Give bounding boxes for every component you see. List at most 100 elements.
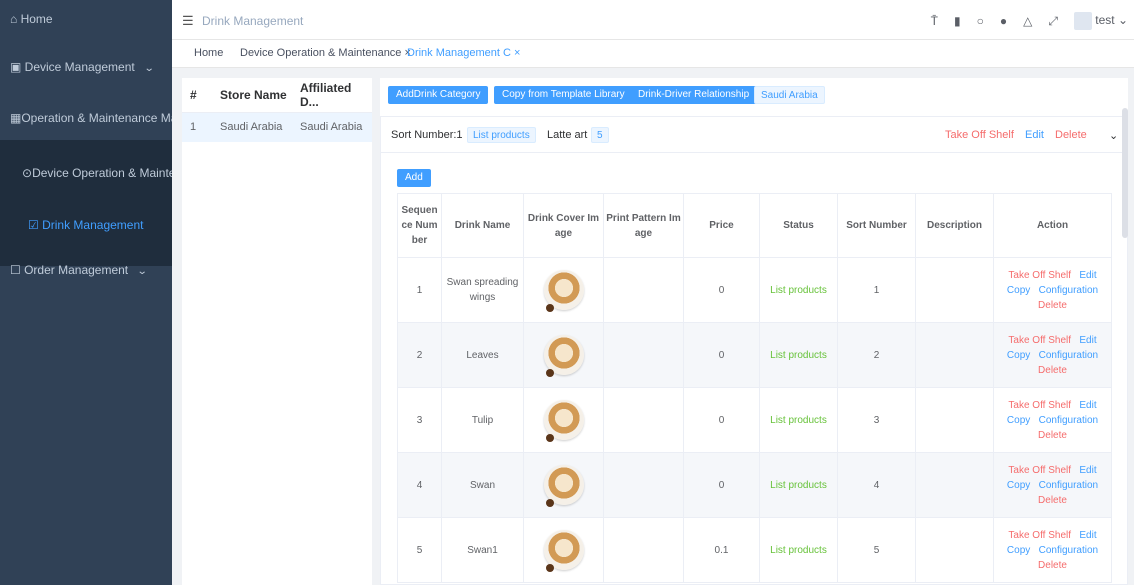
fullscreen-icon[interactable]: ⤢: [1048, 14, 1058, 29]
table-row[interactable]: 3 Tulip 0 List products 3 Take Off Shelf Edit…: [397, 387, 1112, 453]
table-row[interactable]: 5 Swan1 0.1 List products 5 Take Off Shelf Ed…: [397, 517, 1112, 583]
user-menu[interactable]: test ⌄: [1073, 12, 1128, 30]
tags-view: Home Device Operation & Maintenance × Dr…: [172, 40, 1134, 68]
configuration-link[interactable]: Configuration: [1039, 350, 1098, 361]
delete-link[interactable]: Delete: [1038, 560, 1067, 571]
copy-link[interactable]: Copy: [1007, 545, 1030, 556]
column-header: Action: [993, 193, 1112, 258]
take-off-shelf-link[interactable]: Take Off Shelf: [1008, 530, 1071, 541]
drink-rows: 1 Swan spreading wings 0 List products 1 Take…: [397, 257, 1112, 583]
column-header: Drink Cover Image: [523, 193, 604, 258]
sidebar-item-home[interactable]: ⌂ Home: [0, 0, 172, 38]
take-off-shelf-link[interactable]: Take Off Shelf: [945, 129, 1014, 141]
edit-link[interactable]: Edit: [1025, 129, 1044, 141]
cell-cover: [523, 387, 604, 453]
sidebar-item-device-operation[interactable]: ⊙Device Operation & Mainte: [0, 140, 172, 206]
edit-link[interactable]: Edit: [1079, 270, 1096, 281]
delete-link[interactable]: Delete: [1038, 300, 1067, 311]
tag-drink-management[interactable]: Drink Management C ×: [407, 47, 520, 59]
cell-seq: 5: [397, 517, 442, 583]
store-table: # Store Name Affiliated D... 1 Saudi Ara…: [182, 78, 372, 142]
chevron-down-icon: ⌄: [143, 63, 155, 74]
book-icon[interactable]: ▮: [954, 14, 961, 28]
sidebar: ⌂ Home ▣ Device Management ⌄ ▦Operation &…: [0, 0, 172, 585]
copy-link[interactable]: Copy: [1007, 415, 1030, 426]
monitor-icon: ☐: [10, 263, 25, 277]
cell-pattern: [603, 257, 684, 323]
copy-link[interactable]: Copy: [1007, 285, 1030, 296]
column-header: Print Pattern Image: [603, 193, 684, 258]
cell-price: 0: [683, 452, 760, 518]
edit-link[interactable]: Edit: [1079, 465, 1096, 476]
edit-link[interactable]: Edit: [1079, 335, 1096, 346]
copy-template-button[interactable]: Copy from Template Library: [494, 86, 633, 104]
configuration-link[interactable]: Configuration: [1039, 285, 1098, 296]
column-header: Description: [915, 193, 994, 258]
chevron-down-icon[interactable]: ⌄: [1109, 129, 1118, 142]
copy-link[interactable]: Copy: [1007, 350, 1030, 361]
column-header: Status: [759, 193, 838, 258]
cell-sort: 2: [837, 322, 916, 388]
drink-table: Sequence Number Drink Name Drink Cover I…: [397, 193, 1112, 583]
refresh-icon[interactable]: C: [503, 47, 511, 59]
cell-seq: 2: [397, 322, 442, 388]
country-tag: Saudi Arabia: [754, 86, 825, 104]
table-row[interactable]: 4 Swan 0 List products 4 Take Off Shelf Edit C…: [397, 452, 1112, 518]
table-row[interactable]: 1 Swan spreading wings 0 List products 1 Take…: [397, 257, 1112, 323]
category-card: Sort Number:1 List products Latte art 5 …: [380, 116, 1128, 585]
take-off-shelf-link[interactable]: Take Off Shelf: [1008, 270, 1071, 281]
avatar: [1073, 12, 1092, 30]
driver-relationship-button[interactable]: Drink-Driver Relationship: [630, 86, 758, 104]
close-icon[interactable]: ×: [514, 47, 520, 59]
cell-pattern: [603, 452, 684, 518]
scrollbar[interactable]: [1122, 108, 1128, 238]
add-category-button[interactable]: AddDrink Category: [388, 86, 489, 104]
table-row[interactable]: 1 Saudi Arabia Saudi Arabia: [182, 112, 372, 142]
clock-icon: ⊙: [22, 166, 33, 180]
hamburger-icon[interactable]: ☰: [182, 13, 194, 29]
cell-desc: [915, 387, 994, 453]
cell-cover: [523, 257, 604, 323]
cell-price: 0: [683, 257, 760, 323]
edit-link[interactable]: Edit: [1079, 400, 1096, 411]
cell-desc: [915, 257, 994, 323]
configuration-link[interactable]: Configuration: [1039, 545, 1098, 556]
edit-link[interactable]: Edit: [1079, 530, 1096, 541]
tag-device-operation[interactable]: Device Operation & Maintenance ×: [240, 47, 411, 59]
tag-home[interactable]: Home: [194, 47, 223, 59]
font-size-icon[interactable]: T̄: [931, 14, 938, 28]
take-off-shelf-link[interactable]: Take Off Shelf: [1008, 400, 1071, 411]
delete-link[interactable]: Delete: [1038, 365, 1067, 376]
cell-seq: 1: [397, 257, 442, 323]
category-name: Latte art: [547, 129, 588, 141]
cell-action: Take Off Shelf Edit Copy Configuration Del…: [993, 387, 1112, 453]
add-drink-button[interactable]: Add: [397, 169, 431, 187]
beans-icon: [545, 499, 554, 507]
cell-seq: 3: [397, 387, 442, 453]
delete-link[interactable]: Delete: [1038, 495, 1067, 506]
take-off-shelf-link[interactable]: Take Off Shelf: [1008, 465, 1071, 476]
delete-link[interactable]: Delete: [1055, 129, 1087, 141]
take-off-shelf-link[interactable]: Take Off Shelf: [1008, 335, 1071, 346]
configuration-link[interactable]: Configuration: [1039, 480, 1098, 491]
column-header: Affiliated D...: [292, 78, 372, 113]
beans-icon: [545, 434, 554, 442]
column-header: Drink Name: [441, 193, 524, 258]
search-icon[interactable]: ○: [977, 14, 984, 28]
cell-desc: [915, 517, 994, 583]
cell-action: Take Off Shelf Edit Copy Configuration Del…: [993, 257, 1112, 323]
checkbox-icon: ☑: [28, 218, 43, 232]
bell-icon[interactable]: △: [1023, 14, 1032, 28]
breadcrumb: Drink Management: [202, 14, 304, 28]
github-icon[interactable]: ●: [1000, 14, 1007, 28]
home-icon: ⌂: [10, 12, 21, 26]
cell-name: Tulip: [441, 387, 524, 453]
configuration-link[interactable]: Configuration: [1039, 415, 1098, 426]
copy-link[interactable]: Copy: [1007, 480, 1030, 491]
sidebar-item-device-management[interactable]: ▣ Device Management ⌄: [0, 38, 172, 96]
category-header[interactable]: Sort Number:1 List products Latte art 5 …: [381, 117, 1127, 153]
delete-link[interactable]: Delete: [1038, 430, 1067, 441]
sidebar-item-order-management[interactable]: ☐ Order Management ⌄: [0, 248, 172, 292]
table-row[interactable]: 2 Leaves 0 List products 2 Take Off Shelf Edi…: [397, 322, 1112, 388]
cell-cover: [523, 517, 604, 583]
